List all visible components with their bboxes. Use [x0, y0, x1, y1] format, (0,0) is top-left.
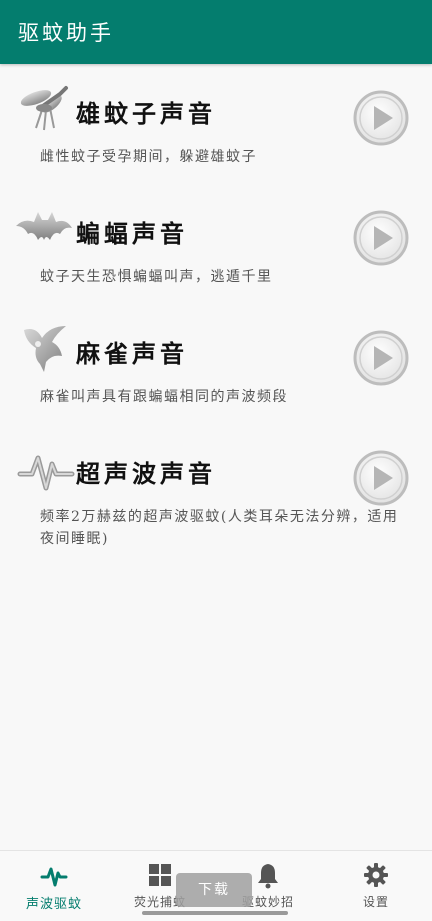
sound-title: 超声波声音	[76, 459, 216, 488]
sound-item-male-mosquito[interactable]: 雄蚊子声音 雌性蚊子受孕期间，躲避雄蚊子	[0, 64, 432, 184]
home-indicator[interactable]	[142, 911, 288, 915]
play-button[interactable]	[353, 210, 409, 266]
pulse-icon	[40, 867, 68, 887]
sound-description: 麻雀叫声具有跟蝙蝠相同的声波频段	[40, 389, 288, 405]
sound-description: 雌性蚊子受孕期间，躲避雄蚊子	[40, 149, 257, 165]
sound-title: 蝙蝠声音	[76, 219, 188, 248]
waveform-icon	[17, 455, 75, 491]
app-root: 驱蚊助手 雄蚊子声音 雌性蚊子受孕期间，躲避雄蚊子 蝙蝠声音 蚊子天生恐惧蝙蝠叫…	[0, 0, 432, 921]
download-button[interactable]: 下载	[176, 873, 252, 907]
bell-icon	[258, 864, 278, 889]
gear-icon	[364, 863, 388, 887]
app-title: 驱蚊助手	[18, 21, 114, 45]
nav-label: 设置	[362, 895, 389, 909]
play-button[interactable]	[353, 90, 409, 146]
play-button[interactable]	[353, 450, 409, 506]
play-button[interactable]	[353, 330, 409, 386]
mosquito-icon	[20, 86, 68, 131]
sound-title: 麻雀声音	[76, 339, 188, 368]
sparrow-icon	[24, 326, 66, 372]
app-bar: 驱蚊助手	[0, 0, 432, 64]
sound-description: 频率2万赫兹的超声波驱蚊(人类耳朵无法分辨，适用夜间睡眠)	[40, 509, 399, 547]
grid-icon	[149, 864, 171, 886]
sound-title: 雄蚊子声音	[76, 99, 216, 128]
sound-item-sparrow[interactable]: 麻雀声音 麻雀叫声具有跟蝙蝠相同的声波频段	[0, 304, 432, 424]
sound-item-ultrasonic[interactable]: 超声波声音 频率2万赫兹的超声波驱蚊(人类耳朵无法分辨，适用夜间睡眠)	[0, 424, 432, 547]
nav-item-sonic-repel[interactable]: 声波驱蚊	[0, 851, 108, 921]
sound-description: 蚊子天生恐惧蝙蝠叫声，逃遁千里	[40, 269, 273, 285]
nav-item-settings[interactable]: 设置	[322, 851, 430, 921]
sound-item-bat[interactable]: 蝙蝠声音 蚊子天生恐惧蝙蝠叫声，逃遁千里	[0, 184, 432, 304]
bat-icon	[16, 212, 72, 240]
sound-list: 雄蚊子声音 雌性蚊子受孕期间，躲避雄蚊子 蝙蝠声音 蚊子天生恐惧蝙蝠叫声，逃遁千…	[0, 64, 432, 547]
nav-label: 声波驱蚊	[25, 897, 82, 912]
